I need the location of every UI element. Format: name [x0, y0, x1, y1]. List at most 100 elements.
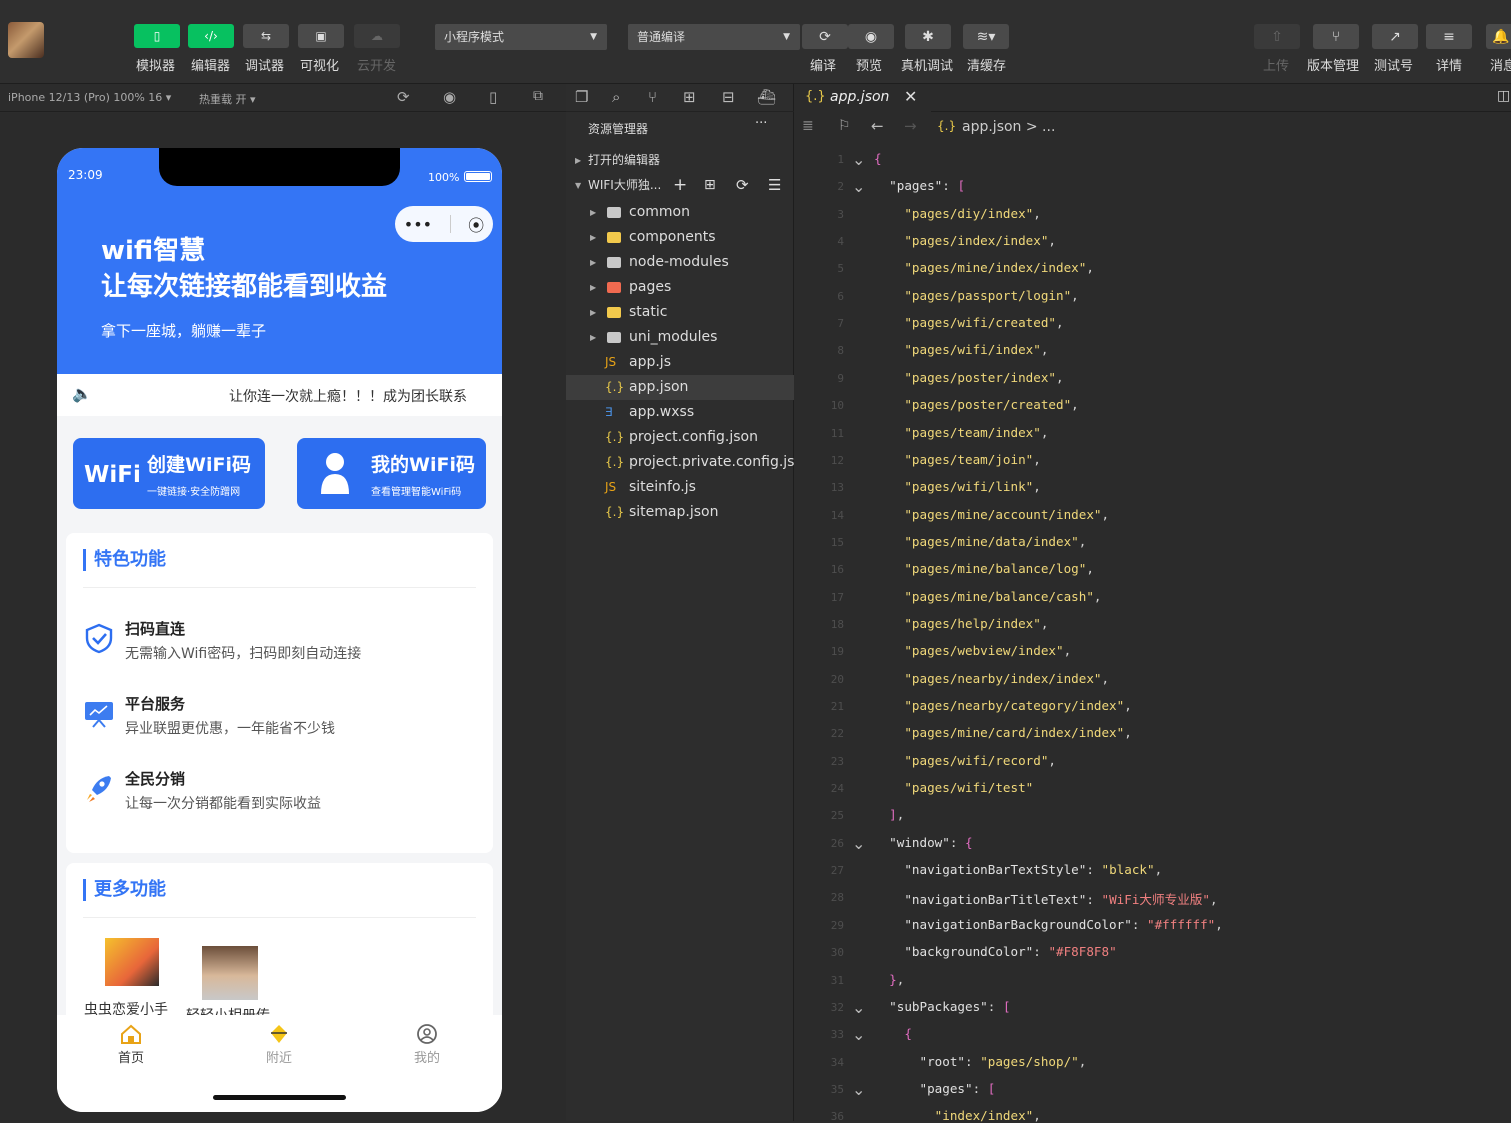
back-arrow-icon[interactable]: ←	[871, 117, 884, 135]
editor-tab-app-json[interactable]: {.} app.json ✕	[794, 84, 931, 112]
code-line[interactable]: "pages": [	[874, 1081, 996, 1096]
tree-item-app-js[interactable]: JS app.js	[566, 350, 794, 375]
code-line[interactable]: "pages/mine/balance/log",	[874, 561, 1094, 576]
messages-button[interactable]: 🔔	[1486, 24, 1511, 49]
mode-select[interactable]: 小程序模式 ▼	[435, 24, 607, 50]
extensions-icon[interactable]: ⊞	[683, 88, 696, 106]
refresh-icon[interactable]: ⟳	[736, 173, 749, 198]
files-icon[interactable]: ❐	[575, 88, 588, 106]
code-line[interactable]: "pages": [	[874, 178, 965, 193]
tab-home[interactable]: 首页	[91, 1023, 171, 1066]
code-line[interactable]: {	[874, 151, 882, 166]
search-icon[interactable]: ⌕	[612, 88, 620, 106]
code-line[interactable]: "window": {	[874, 835, 972, 850]
new-folder-icon[interactable]: ⊞	[704, 173, 716, 198]
code-line[interactable]: "pages/index/index",	[874, 233, 1056, 248]
fold-chevron-icon[interactable]: ⌄	[852, 177, 865, 196]
fold-chevron-icon[interactable]: ⌄	[852, 1080, 865, 1099]
code-line[interactable]: "pages/passport/login",	[874, 288, 1078, 303]
code-line[interactable]: "pages/mine/account/index",	[874, 507, 1109, 522]
fold-chevron-icon[interactable]: ⌄	[852, 834, 865, 853]
upload-button[interactable]: ⇧	[1254, 24, 1300, 49]
debugger-toggle-button[interactable]: ⇆	[243, 24, 289, 48]
detach-window-icon[interactable]: ⧉	[533, 88, 543, 104]
code-line[interactable]: "root": "pages/shop/",	[874, 1054, 1087, 1069]
code-line[interactable]: },	[874, 972, 904, 987]
version-manage-button[interactable]: ⑂	[1313, 24, 1359, 49]
tree-item-project-config-json[interactable]: {.} project.config.json	[566, 425, 794, 450]
code-line[interactable]: "pages/mine/data/index",	[874, 534, 1086, 549]
reload-icon[interactable]: ⟳	[397, 88, 410, 106]
tree-item-common[interactable]: ▶ common	[566, 200, 794, 225]
device-select[interactable]: iPhone 12/13 (Pro) 100% 16 ▾	[8, 91, 171, 104]
code-line[interactable]: "pages/nearby/category/index",	[874, 698, 1131, 713]
compile-button[interactable]: ⟳	[802, 24, 848, 49]
split-editor-icon[interactable]: ◫	[1497, 88, 1510, 104]
record-icon[interactable]: ◉	[443, 88, 456, 106]
tree-item-project-private-config-js-[interactable]: {.} project.private.config.js...	[566, 450, 808, 475]
code-line[interactable]: "pages/wifi/created",	[874, 315, 1063, 330]
fold-chevron-icon[interactable]: ⌄	[852, 1025, 865, 1044]
remote-debug-button[interactable]: ✱	[905, 24, 951, 49]
code-line[interactable]: ],	[874, 807, 904, 822]
code-line[interactable]: "pages/wifi/record",	[874, 753, 1056, 768]
code-line[interactable]: "pages/mine/card/index/index",	[874, 725, 1131, 740]
code-line[interactable]: "navigationBarBackgroundColor": "#ffffff…	[874, 917, 1223, 932]
tree-item-app-wxss[interactable]: ∃ app.wxss	[566, 400, 794, 425]
new-file-icon[interactable]: +	[673, 173, 687, 198]
explorer-more-button[interactable]: ···	[755, 116, 767, 131]
code-line[interactable]: "pages/nearby/index/index",	[874, 671, 1109, 686]
code-line[interactable]: {	[874, 1026, 912, 1041]
code-line[interactable]: "pages/poster/created",	[874, 397, 1078, 412]
close-target-icon[interactable]: ⦿	[468, 212, 484, 236]
code-line[interactable]: "pages/team/join",	[874, 452, 1041, 467]
test-account-button[interactable]: ↗	[1372, 24, 1418, 49]
breadcrumb-path[interactable]: app.json > ...	[962, 119, 1055, 135]
code-line[interactable]: "pages/team/index",	[874, 425, 1048, 440]
more-dots-icon[interactable]: •••	[404, 215, 432, 234]
visual-toggle-button[interactable]: ▣	[298, 24, 344, 48]
fold-chevron-icon[interactable]: ⌄	[852, 150, 865, 169]
close-icon[interactable]: ✕	[904, 87, 917, 106]
preview-button[interactable]: ◉	[848, 24, 894, 49]
user-avatar[interactable]	[8, 22, 44, 58]
my-wifi-button[interactable]: 我的WiFi码 查看管理智能WiFi码	[297, 438, 486, 509]
code-line[interactable]: "pages/webview/index",	[874, 643, 1071, 658]
simulator-toggle-button[interactable]: ▯	[134, 24, 180, 48]
details-button[interactable]: ≡	[1426, 24, 1472, 49]
tree-item-components[interactable]: ▶ components	[566, 225, 794, 250]
notice-bar[interactable]: 🔈 让你连一次就上瘾！！！成为团长联系	[57, 374, 502, 416]
phone-frame-icon[interactable]: ▯	[489, 88, 497, 106]
forward-arrow-icon[interactable]: →	[904, 117, 917, 135]
mini-program-capsule[interactable]: ••• ⦿	[395, 206, 493, 242]
tab-nearby[interactable]: 附近	[239, 1023, 319, 1066]
cloud-dev-button[interactable]: ☁	[354, 24, 400, 48]
code-line[interactable]: "pages/wifi/index",	[874, 342, 1048, 357]
project-section[interactable]: ▼ WIFI大师独... + ⊞ ⟳ ☰	[566, 173, 794, 198]
code-line[interactable]: "pages/help/index",	[874, 616, 1048, 631]
hot-reload-toggle[interactable]: 热重载 开 ▾	[199, 91, 256, 107]
tree-item-static[interactable]: ▶ static	[566, 300, 794, 325]
bookmark-icon[interactable]: ⚐	[838, 118, 851, 134]
storage-icon[interactable]: ⊟	[722, 88, 735, 106]
git-icon[interactable]: ⑂	[648, 88, 657, 106]
code-line[interactable]: "navigationBarTitleText": "WiFi大师专业版",	[874, 889, 1217, 908]
open-editors-section[interactable]: ▶ 打开的编辑器	[566, 148, 794, 173]
collapse-all-icon[interactable]: ☰	[768, 173, 781, 198]
editor-toggle-button[interactable]: ‹/›	[188, 24, 234, 48]
code-line[interactable]: "pages/diy/index",	[874, 206, 1041, 221]
tree-item-sitemap-json[interactable]: {.} sitemap.json	[566, 500, 794, 525]
code-line[interactable]: "pages/wifi/link",	[874, 479, 1041, 494]
docker-icon[interactable]: ⛴	[757, 88, 776, 106]
code-line[interactable]: "backgroundColor": "#F8F8F8"	[874, 944, 1116, 959]
tree-item-node-modules[interactable]: ▶ node-modules	[566, 250, 794, 275]
more-item-thumbnail[interactable]	[202, 946, 258, 1000]
tree-item-uni-modules[interactable]: ▶ uni_modules	[566, 325, 794, 350]
create-wifi-button[interactable]: WiFi 创建WiFi码 一键链接·安全防蹭网	[73, 438, 265, 509]
tab-mine[interactable]: 我的	[387, 1023, 467, 1066]
code-line[interactable]: "navigationBarTextStyle": "black",	[874, 862, 1162, 877]
clear-cache-button[interactable]: ≋▾	[963, 24, 1009, 49]
code-line[interactable]: "subPackages": [	[874, 999, 1010, 1014]
code-line[interactable]: "pages/wifi/test"	[874, 780, 1033, 795]
fold-chevron-icon[interactable]: ⌄	[852, 998, 865, 1017]
